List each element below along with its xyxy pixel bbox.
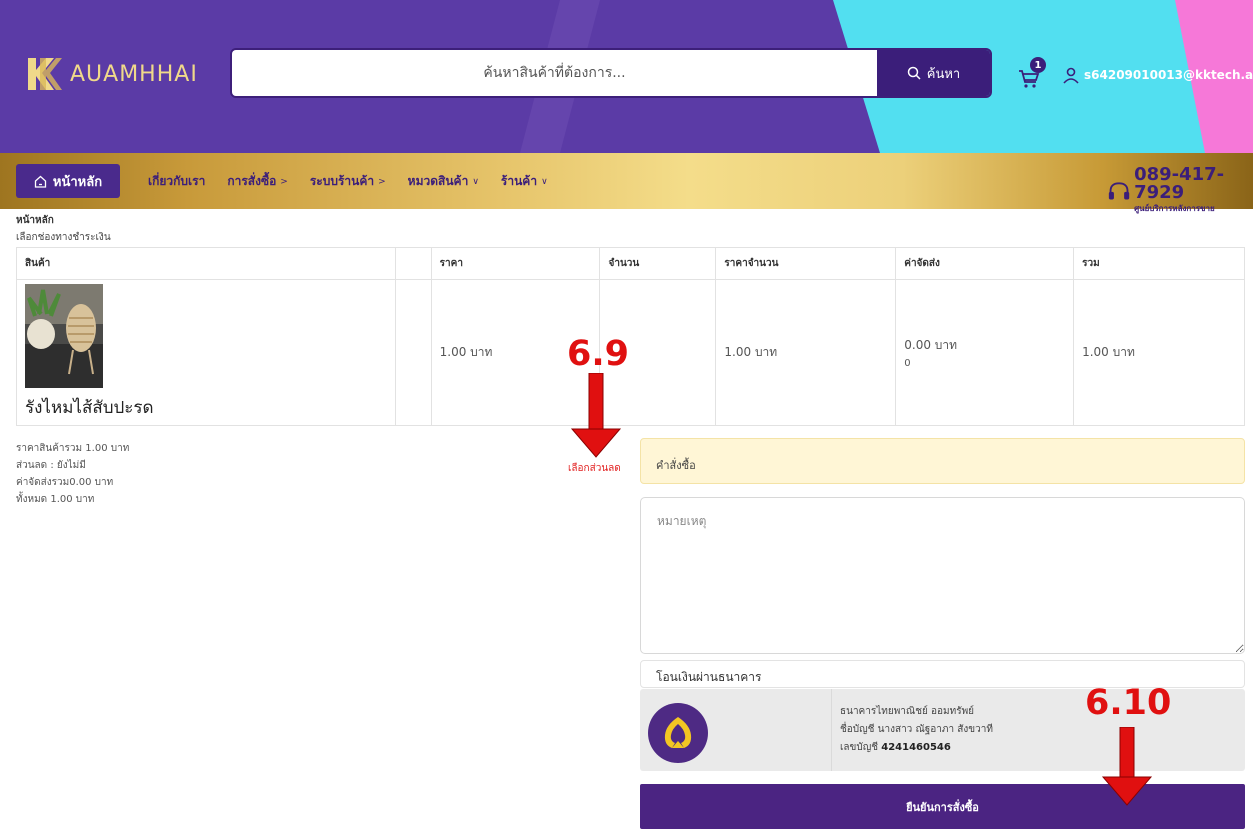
annotation-step-6-10: 6.10 [1085,683,1172,723]
column-header: จำนวน [599,247,717,280]
cart-count-badge: 1 [1030,57,1046,73]
shipping-value: 0.00 บาท [904,338,958,352]
table-row: รังไหมไส้สับปะรด 1.00 บาท 1.00 บาท 0.00 … [16,279,1245,426]
annotation-arrow-down-icon [1101,727,1153,806]
summary-shipping-total: ค่าจัดส่งรวม0.00 บาท [16,477,114,488]
product-cell: รังไหมไส้สับปะรด [16,279,396,426]
column-header: ค่าจัดส่ง [895,247,1075,280]
account-number-line: เลขบัญชี 4241460546 [840,739,993,757]
nav-item-categories[interactable]: หมวดสินค้า ∨ [408,172,479,191]
nav-home-label: หน้าหลัก [52,174,103,190]
column-header: ราคา [430,247,601,280]
shipping-cell: 0.00 บาท 0 [895,279,1075,426]
order-header: คำสั่งซื้อ [640,438,1245,484]
chevron-right-icon: > [280,176,288,187]
chevron-down-icon: ∨ [541,176,548,187]
note-textarea[interactable] [640,497,1245,654]
chevron-down-icon: ∨ [472,176,479,187]
search-input[interactable] [232,50,877,96]
bank-divider [831,689,832,771]
breadcrumb-current: เลือกช่องทางชำระเงิน [16,232,111,243]
summary-grand-total: ทั้งหมด 1.00 บาท [16,494,95,505]
site-header: AUAMHHAI ค้นหา 1 s64209010013@kktech.ac.… [0,0,1253,153]
search-button[interactable]: ค้นหา [877,50,990,96]
account-number-label: เลขบัญชี [840,742,879,753]
bank-info: ธนาคารไทยพาณิชย์ ออมทรัพย์ ชื่อบัญชี นาง… [840,703,993,757]
select-discount-link[interactable]: เลือกส่วนลด [568,461,621,476]
search-icon [907,66,921,80]
column-header: รวม [1073,247,1245,280]
annotation-step-6-9: 6.9 [567,334,630,374]
nav-item-label: หมวดสินค้า [407,174,469,188]
subtotal-cell: 1.00 บาท [715,279,897,426]
summary-goods-total: ราคาสินค้ารวม 1.00 บาท [16,443,130,454]
nav-item-label: เกี่ยวกับเรา [148,174,206,188]
nav-item-store-system[interactable]: ระบบร้านค้า > [310,172,386,191]
nav-item-label: การสั่งซื้อ [227,174,277,188]
total-cell: 1.00 บาท [1073,279,1245,426]
empty-cell [394,279,432,426]
main-nav: หน้าหลัก เกี่ยวกับเรา การสั่งซื้อ > ระบบร… [0,153,1253,213]
account-number: 4241460546 [881,742,951,753]
bank-logo [648,703,708,763]
summary-discount: ส่วนลด : ยังไม่มี [16,460,86,471]
search-bar: ค้นหา [230,48,992,98]
site-logo[interactable]: AUAMHHAI [24,56,198,92]
nav-item-label: ร้านค้า [500,174,538,188]
column-header: สินค้า [16,247,396,280]
headset-icon [1108,181,1130,199]
shipping-sub-value: 0 [904,358,911,369]
product-name[interactable]: รังไหมไส้สับปะรด [25,394,387,421]
confirm-order-button[interactable]: ยืนยันการสั่งซื้อ [640,784,1245,829]
hotline-phone[interactable]: 089-417-7929 [1134,166,1253,202]
home-icon [34,175,47,188]
bank-name: ธนาคารไทยพาณิชย์ ออมทรัพย์ [840,706,975,717]
column-header [394,247,432,280]
nav-item-orders[interactable]: การสั่งซื้อ > [227,172,288,191]
search-button-label: ค้นหา [926,66,961,82]
user-email: s64209010013@kktech.ac.th [1084,68,1253,82]
logo-text: AUAMHHAI [70,61,198,87]
bank-emblem-icon [664,717,692,748]
nav-home-button[interactable]: หน้าหลัก [16,164,120,198]
nav-item-shops[interactable]: ร้านค้า ∨ [501,172,548,191]
cart-button[interactable]: 1 [1017,57,1047,91]
logo-mark-icon [28,58,62,90]
annotation-arrow-down-icon [570,373,622,458]
breadcrumb-home[interactable]: หน้าหลัก [16,213,54,228]
table-header-row: สินค้า ราคา จำนวน ราคาจำนวน ค่าจัดส่ง รว… [16,247,1245,280]
user-icon [1063,67,1079,84]
order-summary: ราคาสินค้ารวม 1.00 บาท ส่วนลด : ยังไม่มี… [16,440,129,508]
chevron-right-icon: > [378,176,386,187]
cart-table: สินค้า ราคา จำนวน ราคาจำนวน ค่าจัดส่ง รว… [16,247,1245,426]
product-image[interactable] [25,284,103,388]
account-name: ชื่อบัญชี นางสาว ณัฐอาภา สังขวาที [840,724,993,735]
user-account[interactable]: s64209010013@kktech.ac.th [1062,66,1253,84]
hotline-caption: ศูนย์บริการหลังการขาย [1134,204,1215,213]
nav-menu: เกี่ยวกับเรา การสั่งซื้อ > ระบบร้านค้า > ห… [148,172,548,191]
hotline: 089-417-7929 ศูนย์บริการหลังการขาย [1108,166,1253,215]
nav-item-label: ระบบร้านค้า [309,174,375,188]
nav-item-about[interactable]: เกี่ยวกับเรา [148,172,205,191]
column-header: ราคาจำนวน [715,247,897,280]
